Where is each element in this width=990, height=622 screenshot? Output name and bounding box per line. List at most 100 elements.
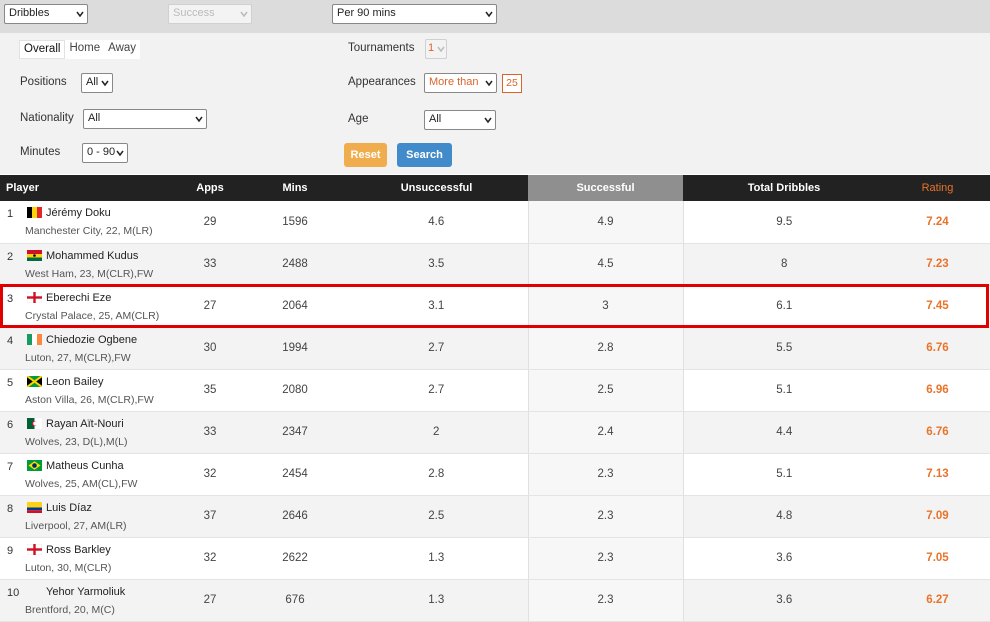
player-name-link[interactable]: Yehor Yarmoliuk [46, 586, 125, 598]
col-total-dribbles[interactable]: Total Dribbles [683, 175, 885, 201]
table-row[interactable]: 2 Mohammed Kudus West Ham, 23, M(CLR),FW… [0, 243, 990, 286]
col-apps[interactable]: Apps [175, 175, 245, 201]
jamaica-flag-icon [27, 375, 42, 387]
table-row[interactable]: 6 Rayan Aït-Nouri Wolves, 23, D(L),M(L) … [0, 411, 990, 454]
nationality-select[interactable]: All [83, 109, 207, 129]
player-name-link[interactable]: Luis Díaz [46, 502, 92, 514]
player-name-link[interactable]: Ross Barkley [46, 544, 111, 556]
per-select[interactable]: Per 90 mins [332, 4, 497, 24]
england-flag-icon [27, 291, 42, 303]
total-dribbles-cell: 5.1 [683, 369, 885, 412]
table-row[interactable]: 7 Matheus Cunha Wolves, 25, AM(CL),FW 32… [0, 453, 990, 496]
mins-cell: 2064 [245, 285, 345, 328]
player-cell: 3 Eberechi Eze Crystal Palace, 25, AM(CL… [0, 285, 175, 328]
player-meta: Crystal Palace, 25, AM(CLR) [25, 309, 160, 322]
tab-overall[interactable]: Overall [19, 40, 66, 59]
player-name-link[interactable]: Eberechi Eze [46, 292, 111, 304]
player-name-link[interactable]: Matheus Cunha [46, 460, 124, 472]
colombia-flag-icon [27, 501, 42, 513]
apps-cell: 29 [175, 201, 245, 244]
apps-cell: 33 [175, 243, 245, 286]
age-select[interactable]: All [424, 110, 496, 130]
col-successful[interactable]: Successful [528, 175, 683, 201]
apps-cell: 30 [175, 327, 245, 370]
search-button[interactable]: Search [397, 143, 452, 167]
total-dribbles-cell: 3.6 [683, 537, 885, 580]
successful-cell: 2.3 [527, 579, 684, 622]
rating-cell: 6.96 [885, 369, 990, 412]
rating-cell: 7.24 [885, 201, 990, 244]
reset-button[interactable]: Reset [344, 143, 387, 167]
table-row[interactable]: 3 Eberechi Eze Crystal Palace, 25, AM(CL… [0, 285, 990, 328]
table-row[interactable]: 8 Luis Díaz Liverpool, 27, AM(LR) 37 264… [0, 495, 990, 538]
mins-cell: 2622 [245, 537, 345, 580]
col-player[interactable]: Player [0, 175, 175, 201]
rating-cell: 7.05 [885, 537, 990, 580]
rank: 5 [7, 376, 14, 389]
player-name-link[interactable]: Chiedozie Ogbene [46, 334, 137, 346]
player-stats-table: Player Apps Mins Unsuccessful Successful… [0, 175, 990, 622]
rating-cell: 6.76 [885, 411, 990, 454]
player-cell: 9 Ross Barkley Luton, 30, M(CLR) [0, 537, 175, 580]
successful-cell: 2.4 [527, 411, 684, 454]
mins-cell: 2646 [245, 495, 345, 538]
col-mins[interactable]: Mins [245, 175, 345, 201]
brazil-flag-icon [27, 459, 42, 471]
total-dribbles-cell: 5.1 [683, 453, 885, 496]
mins-cell: 1994 [245, 327, 345, 370]
successful-cell: 2.3 [527, 537, 684, 580]
col-unsuccessful[interactable]: Unsuccessful [345, 175, 528, 201]
table-row[interactable]: 1 Jérémy Doku Manchester City, 22, M(LR)… [0, 201, 990, 244]
tournaments-select[interactable]: 1 [425, 39, 447, 59]
player-name-link[interactable]: Mohammed Kudus [46, 250, 138, 262]
rank: 3 [7, 292, 14, 305]
table-row[interactable]: 10 Yehor Yarmoliuk Brentford, 20, M(C) 2… [0, 579, 990, 622]
player-meta: Manchester City, 22, M(LR) [25, 225, 153, 237]
mins-cell: 676 [245, 579, 345, 622]
player-cell: 4 Chiedozie Ogbene Luton, 27, M(CLR),FW [0, 327, 175, 370]
tab-away[interactable]: Away [104, 40, 140, 59]
unsuccessful-cell: 1.3 [345, 537, 528, 580]
apps-cell: 35 [175, 369, 245, 412]
rating-cell: 7.13 [885, 453, 990, 496]
table-row[interactable]: 4 Chiedozie Ogbene Luton, 27, M(CLR),FW … [0, 327, 990, 370]
col-rating[interactable]: Rating [885, 175, 990, 201]
mins-cell: 2454 [245, 453, 345, 496]
unsuccessful-cell: 3.1 [345, 285, 528, 328]
appearances-label: Appearances [348, 76, 416, 88]
table-row[interactable]: 9 Ross Barkley Luton, 30, M(CLR) 32 2622… [0, 537, 990, 580]
unsuccessful-cell: 2 [345, 411, 528, 454]
rating-cell: 7.45 [885, 285, 990, 328]
unsuccessful-cell: 1.3 [345, 579, 528, 622]
england-flag-icon [27, 543, 42, 555]
category-select[interactable]: Dribbles [4, 4, 88, 24]
total-dribbles-cell: 9.5 [683, 201, 885, 244]
unsuccessful-cell: 2.8 [345, 453, 528, 496]
tab-home[interactable]: Home [65, 40, 104, 59]
total-dribbles-cell: 4.4 [683, 411, 885, 454]
positions-select[interactable]: All [81, 73, 113, 93]
player-name-link[interactable]: Leon Bailey [46, 376, 104, 388]
table-row[interactable]: 5 Leon Bailey Aston Villa, 26, M(CLR),FW… [0, 369, 990, 412]
successful-cell: 4.9 [527, 201, 684, 244]
player-cell: 8 Luis Díaz Liverpool, 27, AM(LR) [0, 495, 175, 538]
top-bar: Dribbles Success Per 90 mins [0, 0, 990, 33]
chevron-down-icon [116, 150, 124, 157]
player-name-link[interactable]: Rayan Aït-Nouri [46, 418, 124, 430]
apps-cell: 37 [175, 495, 245, 538]
player-meta: Wolves, 25, AM(CL),FW [25, 477, 138, 490]
rating-cell: 7.09 [885, 495, 990, 538]
total-dribbles-cell: 5.5 [683, 327, 885, 370]
apps-cell: 27 [175, 285, 245, 328]
minutes-select[interactable]: 0 - 90 [82, 143, 128, 163]
apps-cell: 33 [175, 411, 245, 454]
subcategory-select[interactable]: Success [168, 4, 252, 24]
player-cell: 1 Jérémy Doku Manchester City, 22, M(LR) [0, 201, 175, 244]
unsuccessful-cell: 4.6 [345, 201, 528, 244]
unsuccessful-cell: 2.7 [345, 327, 528, 370]
ghana-flag-icon [27, 249, 42, 261]
appearances-count-input[interactable]: 25 [502, 74, 522, 93]
appearances-select[interactable]: More than [424, 73, 497, 93]
player-name-link[interactable]: Jérémy Doku [46, 207, 111, 219]
player-meta: West Ham, 23, M(CLR),FW [25, 267, 154, 280]
